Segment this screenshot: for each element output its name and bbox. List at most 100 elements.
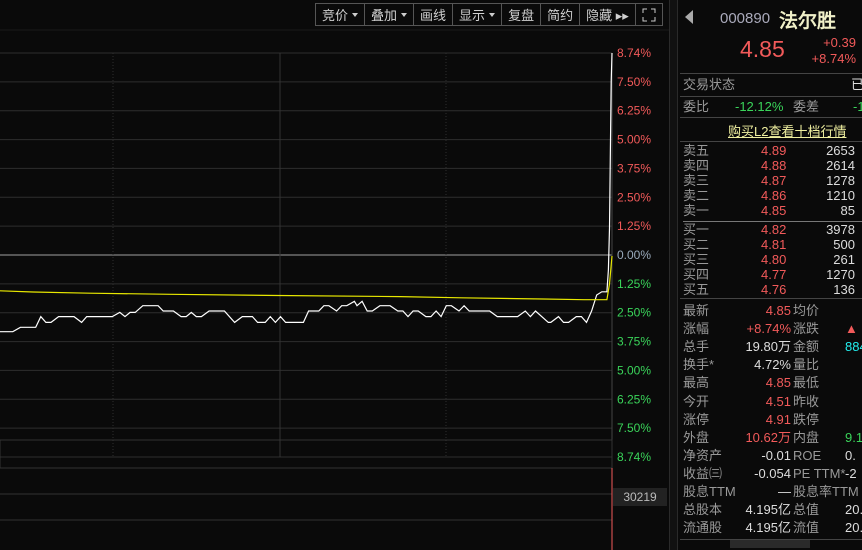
divider — [680, 117, 862, 118]
stat-row: 总手 19.80万金额 884 — [683, 338, 862, 356]
stat-value: — — [778, 484, 791, 499]
stat-label: 净资产 — [683, 447, 723, 463]
stat-value: 884 — [845, 339, 862, 355]
level-price: 4.80 — [761, 252, 787, 267]
level-label: 卖一 — [683, 203, 710, 218]
stat-value: ▲ — [845, 321, 858, 337]
stat-value: 4.51 — [765, 393, 791, 409]
stat-label: 总股本 — [683, 502, 723, 518]
level-volume: 136 — [833, 282, 855, 297]
level-label: 卖五 — [683, 143, 710, 158]
divider — [680, 96, 862, 97]
axis-label: 8.74% — [617, 450, 651, 464]
ratio-label: 委比 — [683, 99, 710, 114]
stat-label: 外盘 — [683, 429, 710, 445]
level-price: 4.88 — [761, 158, 787, 173]
level-label: 买二 — [683, 237, 710, 252]
level-price: 4.86 — [761, 188, 787, 203]
level-label: 买三 — [683, 252, 710, 267]
stat-label: 跌停 — [793, 411, 820, 427]
status-label: 交易状态 — [683, 77, 736, 92]
stat-value: 19.80万 — [745, 339, 791, 355]
stat-row: 总股本 4.195亿总值 20.3 — [683, 501, 862, 519]
level-price: 4.85 — [761, 203, 787, 218]
stock-code: 000890 — [720, 10, 771, 27]
stat-label: 总值 — [793, 502, 820, 518]
last-price: 4.85 — [740, 36, 785, 62]
axis-label: 6.25% — [617, 104, 651, 118]
ratio-value: -12.12% — [735, 99, 784, 114]
indicator-box — [0, 439, 613, 469]
quote-panel: 000890 法尔胜 4.85 +0.39 +8.74% 交易状态已 委比 -12.… — [680, 0, 862, 550]
level-price: 4.87 — [761, 173, 787, 188]
buy-l2-link[interactable]: 购买L2查看十档行情 — [728, 121, 846, 140]
level-price: 4.76 — [761, 282, 787, 297]
stat-value: -2 — [845, 465, 857, 481]
level-volume: 500 — [833, 237, 855, 252]
stat-label: 昨收 — [793, 393, 820, 409]
bid-row[interactable]: 买一 4.82 3978 — [683, 222, 855, 237]
stat-label: 流通股 — [683, 520, 723, 536]
stat-label: 涨跌 — [793, 321, 820, 337]
stat-row: 外盘 10.62万 内盘 9.1 — [683, 429, 862, 447]
order-ratio-row: 委比 -12.12% 委差 -1 — [683, 98, 862, 116]
level-volume: 2653 — [826, 143, 855, 158]
stat-label: 换手* — [683, 357, 715, 373]
level-price: 4.81 — [761, 237, 787, 252]
stat-label: 股息率TTM — [793, 484, 859, 499]
ask-row[interactable]: 卖三 4.87 1278 — [683, 173, 855, 188]
level-volume: 1270 — [826, 267, 855, 282]
bid-row[interactable]: 买五 4.76 136 — [683, 282, 855, 297]
stat-value: 4.72% — [754, 357, 791, 373]
axis-label: 6.25% — [617, 392, 651, 406]
stat-row: 涨停 4.91 跌停 — [683, 411, 862, 429]
stat-row: 最高 4.85 最低 — [683, 374, 862, 392]
stat-label: 股息TTM — [683, 484, 736, 499]
stat-value: 10.62万 — [745, 429, 791, 445]
level-volume: 3978 — [826, 222, 855, 237]
change-amount: +0.39 — [823, 35, 856, 50]
level-price: 4.77 — [761, 267, 787, 282]
axis-label: 5.00% — [617, 133, 651, 147]
axis-label: 3.75% — [617, 335, 651, 349]
stat-row: 净资产 -0.01 ROE 0. — [683, 447, 862, 465]
stat-label: 均价 — [793, 303, 820, 318]
diff-value: -1 — [853, 99, 862, 114]
axis-label: 2.50% — [617, 306, 651, 320]
stat-label: 收益㈢ — [683, 465, 723, 481]
stat-label: ROE — [793, 447, 822, 463]
intraday-chart[interactable]: 8.74% 7.50% 6.25% 5.00% 3.75% 2.50% 1.25% 0.00%… — [0, 0, 669, 550]
avg-line — [0, 255, 613, 301]
stat-value: 0. — [845, 447, 856, 463]
level-price: 4.82 — [761, 222, 787, 237]
axis-label: 8.74% — [617, 46, 651, 60]
bid-row[interactable]: 买三 4.80 261 — [683, 252, 855, 267]
ask-row[interactable]: 卖四 4.88 2614 — [683, 158, 855, 173]
stat-value: 9.1 — [845, 429, 862, 445]
stat-label: 今开 — [683, 393, 710, 409]
stat-row: 股息TTM — 股息率TTM — [683, 483, 862, 501]
axis-label: 7.50% — [617, 75, 651, 89]
bid-row[interactable]: 买四 4.77 1270 — [683, 267, 855, 282]
stat-value: +8.74% — [746, 321, 791, 337]
stat-row: 换手* 4.72% 量比 — [683, 356, 862, 374]
divider — [680, 298, 862, 299]
status-value: 已 — [851, 77, 862, 92]
ask-row[interactable]: 卖一 4.85 85 — [683, 203, 855, 218]
change-percent: +8.74% — [811, 51, 856, 66]
expand-handle[interactable] — [730, 540, 810, 548]
ask-row[interactable]: 卖五 4.89 2653 — [683, 143, 855, 158]
stat-label: 金额 — [793, 339, 820, 355]
back-arrow-icon[interactable] — [685, 10, 693, 24]
level-label: 买一 — [683, 222, 710, 237]
stat-value: 4.85 — [765, 375, 791, 391]
volume-readout: 30219 — [613, 488, 667, 506]
level-label: 买四 — [683, 267, 710, 282]
ask-row[interactable]: 卖二 4.86 1210 — [683, 188, 855, 203]
stat-row: 流通股 4.195亿流值 20.3 — [683, 519, 862, 537]
axis-label: 1.25% — [617, 219, 651, 233]
level-label: 卖四 — [683, 158, 710, 173]
level-volume: 1278 — [826, 173, 855, 188]
panel-divider-handle[interactable] — [669, 0, 678, 550]
bid-row[interactable]: 买二 4.81 500 — [683, 237, 855, 252]
